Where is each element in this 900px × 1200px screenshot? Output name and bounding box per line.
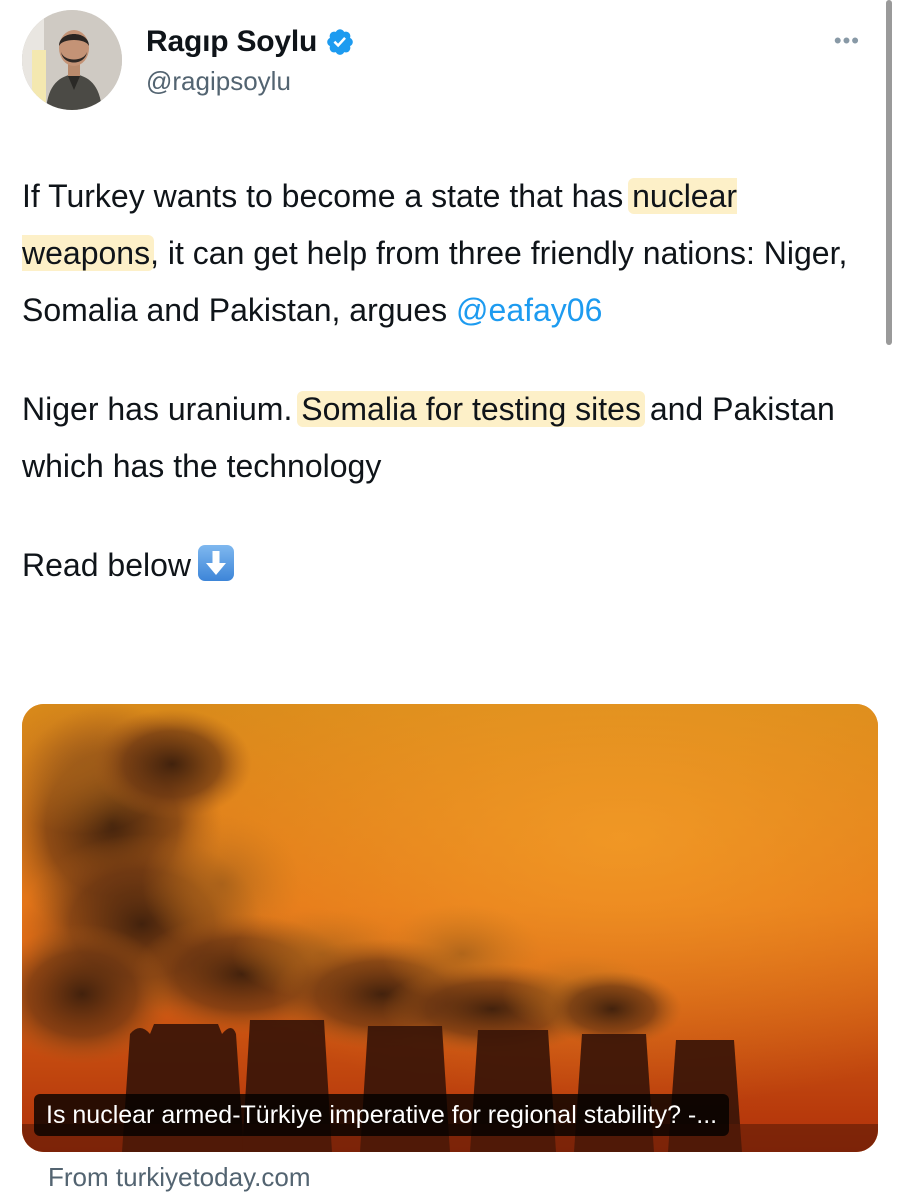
cooling-towers-image-icon (22, 704, 878, 1152)
p1-text-before: If Turkey wants to become a state that h… (22, 178, 633, 214)
p2-text-before: Niger has uranium. (22, 391, 302, 427)
tweet-paragraph-1: If Turkey wants to become a state that h… (22, 168, 862, 339)
down-arrow-emoji-icon (198, 545, 234, 581)
tweet-paragraph-3: Read below (22, 537, 862, 594)
link-card[interactable]: Is nuclear armed-Türkiye imperative for … (22, 704, 878, 1152)
tweet-paragraph-2: Niger has uranium. Somalia for testing s… (22, 381, 862, 495)
author-handle[interactable]: @ragipsoylu (146, 66, 291, 97)
read-below-text: Read below (22, 547, 191, 583)
author-avatar[interactable] (22, 10, 122, 110)
avatar-photo-icon (22, 10, 122, 110)
author-display-name[interactable]: Ragıp Soylu (146, 25, 317, 59)
verified-badge-icon (327, 29, 353, 55)
link-card-source[interactable]: From turkiyetoday.com (48, 1162, 310, 1193)
more-options-icon[interactable]: ••• (834, 30, 860, 52)
mention-link[interactable]: @eafay06 (456, 292, 602, 328)
highlight-somalia-testing: Somalia for testing sites (297, 391, 645, 427)
link-card-title[interactable]: Is nuclear armed-Türkiye imperative for … (34, 1094, 730, 1136)
tweet-text: If Turkey wants to become a state that h… (22, 168, 862, 594)
scrollbar[interactable] (886, 0, 892, 345)
author-name-row: Ragıp Soylu (146, 22, 355, 62)
